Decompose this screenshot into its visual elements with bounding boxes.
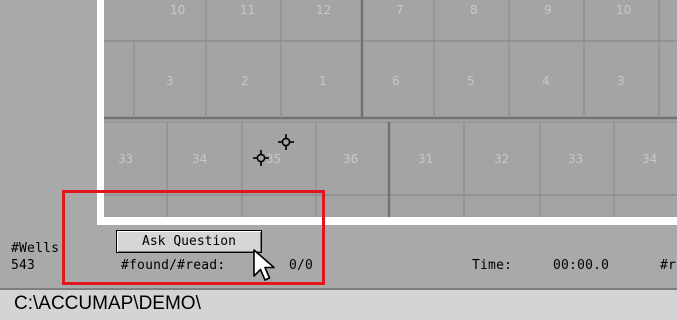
section-label: 35 [266, 152, 281, 166]
wells-count: 543 [11, 258, 36, 273]
section-label: 3 [617, 74, 625, 88]
section-label: 34 [642, 152, 657, 166]
section-label: 11 [240, 3, 255, 17]
section-label: 7 [396, 3, 404, 17]
section-label: 8 [470, 3, 478, 17]
section-label: 33 [118, 152, 133, 166]
section-label: 31 [418, 152, 433, 166]
time-label: Time: [472, 258, 513, 273]
mouse-pointer-icon [253, 249, 275, 281]
township-grid: 10 11 12 7 8 9 10 3 2 1 6 5 4 3 33 34 35… [104, 0, 677, 217]
section-label: 10 [170, 3, 185, 17]
map-area[interactable]: 10 11 12 7 8 9 10 3 2 1 6 5 4 3 33 34 35… [104, 0, 677, 217]
section-label: 33 [568, 152, 583, 166]
wells-label: #Wells [11, 241, 60, 256]
section-label: 12 [316, 3, 331, 17]
section-label: 3 [166, 74, 174, 88]
well-symbol-icon[interactable] [278, 134, 294, 150]
current-path: C:\ACCUMAP\DEMO\ [14, 293, 201, 314]
section-label: 32 [494, 152, 509, 166]
section-label: 34 [192, 152, 207, 166]
truncated-stat-label: #r [660, 258, 677, 273]
section-label: 2 [241, 74, 249, 88]
section-label: 6 [392, 74, 400, 88]
section-label: 9 [544, 3, 552, 17]
section-label: 4 [542, 74, 550, 88]
highlight-box [62, 190, 325, 285]
section-label: 1 [319, 74, 327, 88]
path-bar: C:\ACCUMAP\DEMO\ [0, 288, 677, 320]
section-label: 36 [343, 152, 358, 166]
section-label: 10 [616, 3, 631, 17]
time-value: 00:00.0 [553, 258, 610, 273]
section-label: 5 [467, 74, 475, 88]
